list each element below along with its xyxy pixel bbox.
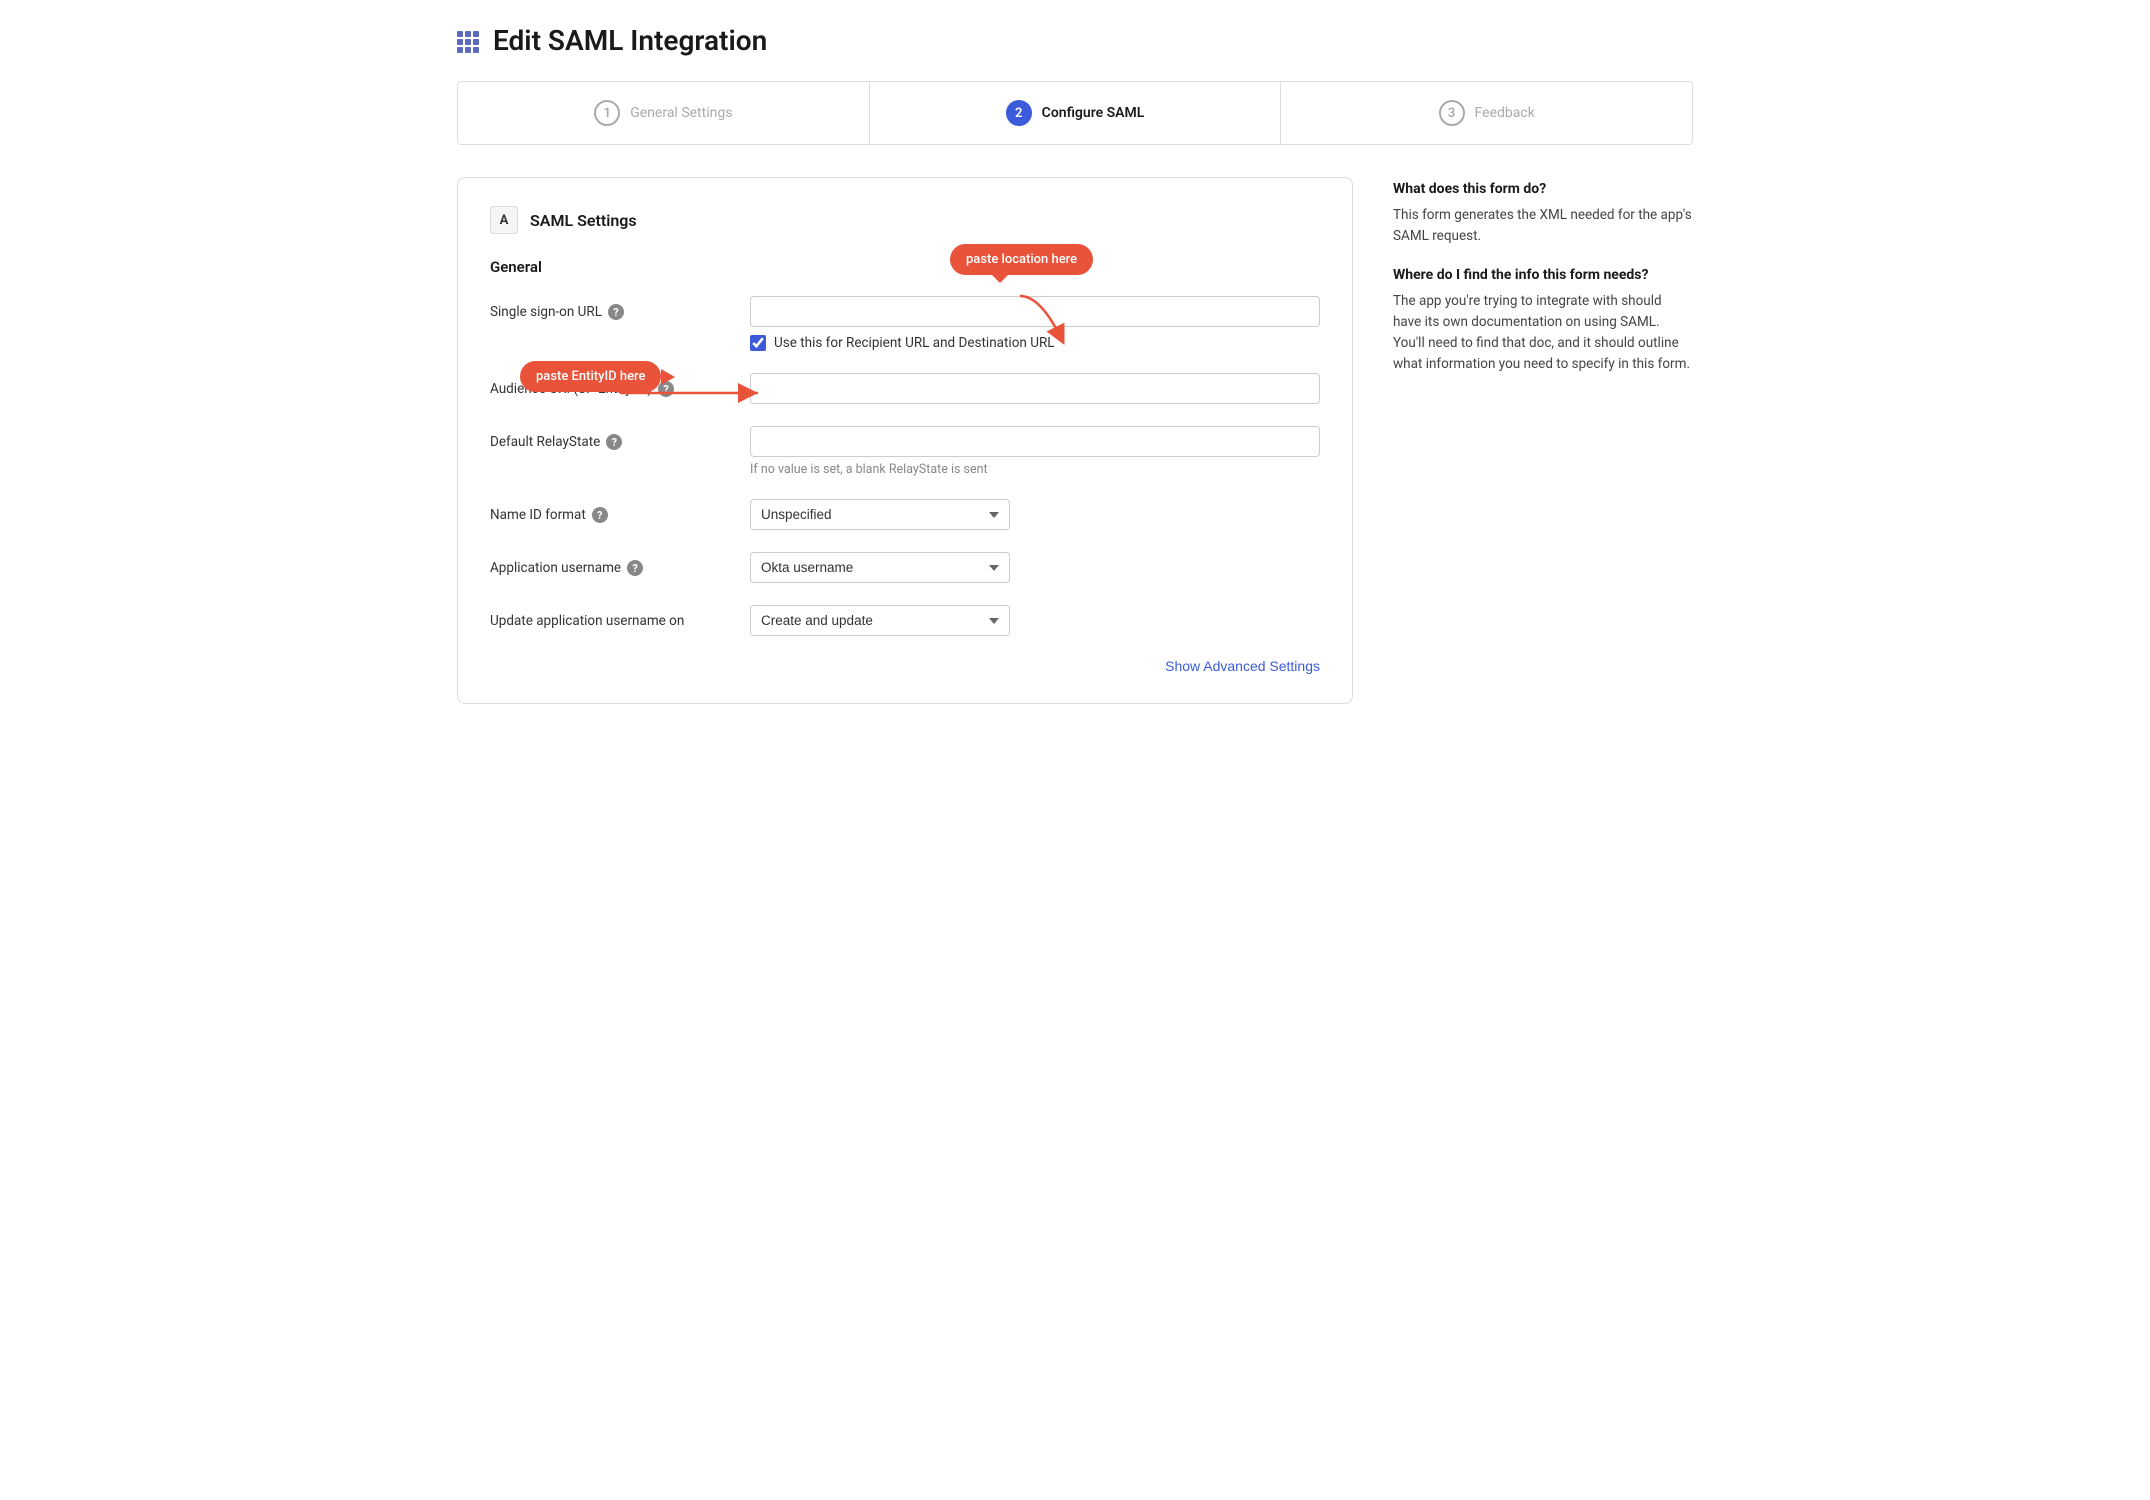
recipient-url-row: Use this for Recipient URL and Destinati… (750, 335, 1320, 351)
audience-uri-tooltip: paste EntityID here (520, 361, 661, 392)
card-section-header: A SAML Settings (490, 206, 1320, 234)
app-username-input-area: Okta username Email Custom (750, 552, 1320, 583)
relay-state-help-icon[interactable]: ? (606, 434, 622, 450)
audience-uri-field: Audience URI (SP Entity ID) ? paste Enti… (490, 373, 1320, 404)
name-id-format-input-area: Unspecified EmailAddress Persistent Tran… (750, 499, 1320, 530)
audience-uri-input-area: paste EntityID here (750, 373, 1320, 404)
show-advanced-button[interactable]: Show Advanced Settings (1165, 658, 1320, 674)
help-sidebar: What does this form do? This form genera… (1393, 177, 1693, 704)
relay-state-hint: If no value is set, a blank RelayState i… (750, 462, 1320, 477)
relay-state-label: Default RelayState ? (490, 426, 750, 450)
sso-url-tooltip: paste location here (950, 244, 1093, 275)
step-3-label: Feedback (1475, 105, 1535, 121)
sidebar-q2: Where do I find the info this form needs… (1393, 267, 1693, 283)
sso-url-label: Single sign-on URL ? (490, 296, 750, 320)
app-username-label: Application username ? (490, 552, 750, 576)
recipient-url-checkbox[interactable] (750, 335, 766, 351)
app-username-select[interactable]: Okta username Email Custom (750, 552, 1010, 583)
step-1-label: General Settings (630, 105, 732, 121)
relay-state-input-area: If no value is set, a blank RelayState i… (750, 426, 1320, 477)
grid-icon (457, 26, 483, 56)
update-username-input-area: Create and update Create only (750, 605, 1320, 636)
name-id-format-select[interactable]: Unspecified EmailAddress Persistent Tran… (750, 499, 1010, 530)
page-title: Edit SAML Integration (457, 24, 1693, 57)
sidebar-q1: What does this form do? (1393, 181, 1693, 197)
step-3-number: 3 (1439, 100, 1465, 126)
step-general-settings[interactable]: 1 General Settings (458, 82, 870, 144)
name-id-format-help-icon[interactable]: ? (592, 507, 608, 523)
sso-url-field: Single sign-on URL ? paste location here (490, 296, 1320, 351)
relay-state-field: Default RelayState ? If no value is set,… (490, 426, 1320, 477)
saml-settings-card: A SAML Settings General Single sign-on U… (457, 177, 1353, 704)
audience-uri-input[interactable] (750, 373, 1320, 404)
sso-url-input-area: paste location here Use (750, 296, 1320, 351)
sidebar-a2: The app you're trying to integrate with … (1393, 291, 1693, 375)
show-advanced-section: Show Advanced Settings (490, 658, 1320, 675)
section-title: SAML Settings (530, 211, 637, 230)
sso-url-help-icon[interactable]: ? (608, 304, 624, 320)
relay-state-input[interactable] (750, 426, 1320, 457)
section-badge: A (490, 206, 518, 234)
sidebar-a1: This form generates the XML needed for t… (1393, 205, 1693, 247)
step-2-number: 2 (1006, 100, 1032, 126)
step-2-label: Configure SAML (1042, 105, 1145, 121)
name-id-format-label: Name ID format ? (490, 499, 750, 523)
step-feedback[interactable]: 3 Feedback (1281, 82, 1692, 144)
sso-url-input[interactable] (750, 296, 1320, 327)
app-username-help-icon[interactable]: ? (627, 560, 643, 576)
step-configure-saml[interactable]: 2 Configure SAML (870, 82, 1282, 144)
update-username-field: Update application username on Create an… (490, 605, 1320, 636)
subsection-title: General (490, 258, 1320, 276)
update-username-label: Update application username on (490, 605, 750, 629)
app-username-field: Application username ? Okta username Ema… (490, 552, 1320, 583)
name-id-format-field: Name ID format ? Unspecified EmailAddres… (490, 499, 1320, 530)
steps-bar: 1 General Settings 2 Configure SAML 3 Fe… (457, 81, 1693, 145)
step-1-number: 1 (594, 100, 620, 126)
update-username-select[interactable]: Create and update Create only (750, 605, 1010, 636)
